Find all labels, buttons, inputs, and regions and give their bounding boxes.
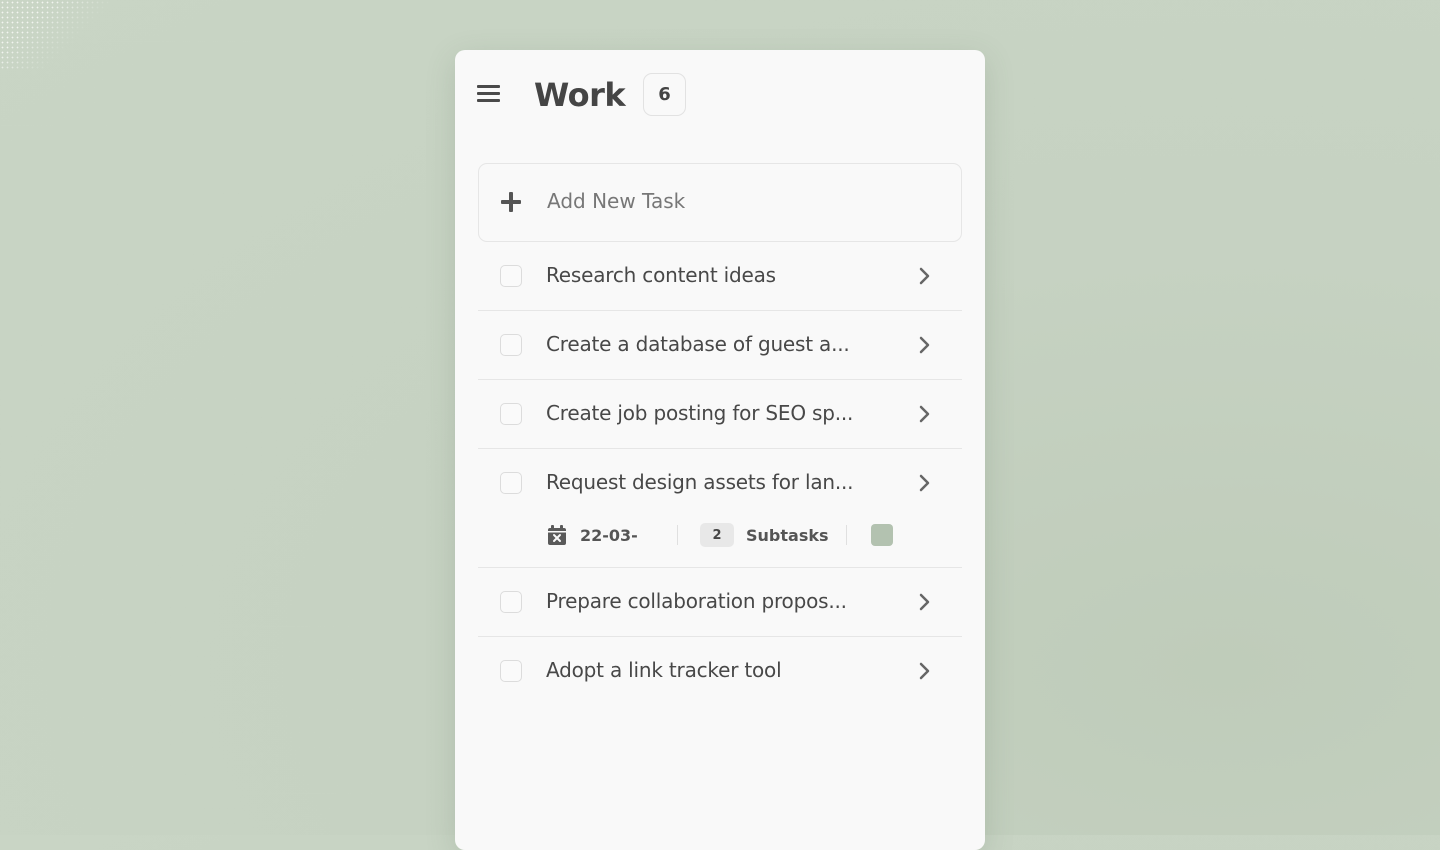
task-count-badge: 6 [643,73,686,116]
task-title: Prepare collaboration propos... [546,589,847,613]
task-checkbox[interactable] [500,472,522,494]
chevron-right-icon[interactable] [918,661,932,681]
plus-icon[interactable] [501,192,521,212]
chevron-right-icon[interactable] [918,404,932,424]
task-row[interactable]: Request design assets for lan... 22-03- … [478,449,962,568]
task-list: Research content ideas Create a database… [478,242,962,705]
subtasks-label: Subtasks [746,526,829,545]
task-checkbox[interactable] [500,403,522,425]
calendar-x-icon [548,525,566,545]
chevron-right-icon[interactable] [918,473,932,493]
task-list-panel: Work 6 Research content ideas Create a d… [455,50,985,850]
task-title: Adopt a link tracker tool [546,658,782,682]
list-color-tag [871,524,893,546]
add-task-input[interactable] [545,188,929,214]
task-checkbox[interactable] [500,265,522,287]
task-title: Request design assets for lan... [546,470,854,494]
task-title: Create a database of guest a... [546,332,850,356]
task-row[interactable]: Research content ideas [478,242,962,311]
chevron-right-icon[interactable] [918,335,932,355]
task-row[interactable]: Prepare collaboration propos... [478,568,962,637]
task-row[interactable]: Create a database of guest a... [478,311,962,380]
task-meta: 22-03- 2 Subtasks [546,523,906,553]
meta-divider [846,525,847,545]
task-checkbox[interactable] [500,334,522,356]
add-new-task-field[interactable] [478,163,962,242]
chevron-right-icon[interactable] [918,266,932,286]
task-title: Research content ideas [546,263,776,287]
task-title: Create job posting for SEO sp... [546,401,854,425]
task-row[interactable]: Create job posting for SEO sp... [478,380,962,449]
list-title: Work [534,76,626,114]
list-header: Work 6 [455,50,985,145]
due-date: 22-03- [580,526,638,545]
chevron-right-icon[interactable] [918,592,932,612]
task-checkbox[interactable] [500,591,522,613]
meta-divider [677,525,678,545]
background-dot-pattern [0,0,110,70]
hamburger-menu-icon[interactable] [477,85,500,105]
subtask-count-badge: 2 [700,523,734,547]
task-checkbox[interactable] [500,660,522,682]
task-row[interactable]: Adopt a link tracker tool [478,637,962,705]
